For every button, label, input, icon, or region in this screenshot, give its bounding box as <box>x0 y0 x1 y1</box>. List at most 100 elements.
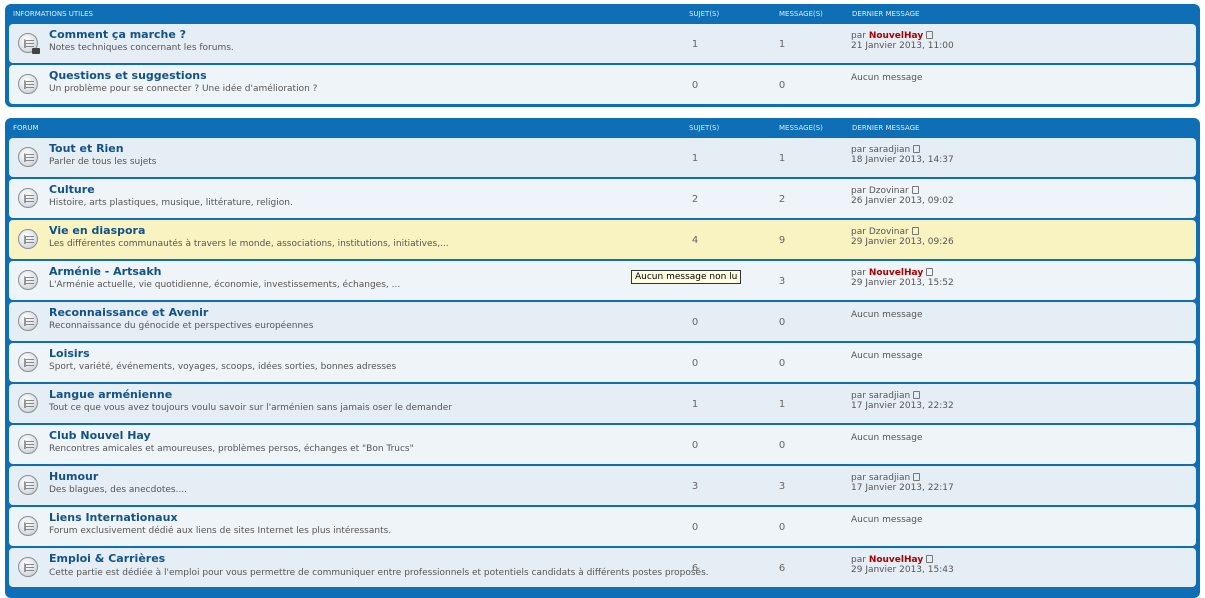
view-latest-post-icon[interactable] <box>913 473 921 481</box>
topics-column-header: SUJET(S) <box>689 124 720 132</box>
forum-title-link[interactable]: Loisirs <box>49 347 90 360</box>
author-link[interactable]: saradjian <box>869 391 910 401</box>
last-post-date: 18 Janvier 2013, 14:37 <box>851 155 954 165</box>
forum-row: Questions et suggestions Un problème pou… <box>9 65 1196 104</box>
posts-column-header: MESSAGE(S) <box>779 10 823 18</box>
forum-row: Culture Histoire, arts plastiques, musiq… <box>9 179 1196 218</box>
last-post-info: Aucun message <box>851 310 923 320</box>
forum-description: Un problème pour se connecter ? Une idée… <box>49 84 318 94</box>
author-link[interactable]: NouvelHay <box>869 31 923 41</box>
category-header: FORUM SUJET(S) MESSAGE(S) DERNIER MESSAG… <box>9 118 1196 138</box>
forum-title-link[interactable]: Culture <box>49 183 95 196</box>
forum-read-icon <box>18 74 38 94</box>
forum-read-icon <box>18 188 38 208</box>
last-post-date: 26 Janvier 2013, 09:02 <box>851 196 954 206</box>
category-header: INFORMATIONS UTILES SUJET(S) MESSAGE(S) … <box>9 4 1196 24</box>
topics-count: 0 <box>691 440 699 451</box>
posts-count: 0 <box>778 80 786 91</box>
forum-description: Cette partie est dédiée à l'emploi pour … <box>49 568 709 578</box>
last-post-info: par NouvelHay 29 Janvier 2013, 15:43 <box>851 555 954 575</box>
forum-row: Tout et Rien Parler de tous les sujets 1… <box>9 138 1196 177</box>
posts-count: 2 <box>778 194 786 205</box>
view-latest-post-icon[interactable] <box>913 145 921 153</box>
last-post-info: par saradjian 17 Janvier 2013, 22:32 <box>851 391 954 411</box>
forum-read-locked-icon <box>18 33 40 54</box>
forum-title-link[interactable]: Questions et suggestions <box>49 69 207 82</box>
author-link[interactable]: Dzovinar <box>869 186 909 196</box>
author-link[interactable]: saradjian <box>869 145 910 155</box>
view-latest-post-icon[interactable] <box>926 31 934 39</box>
author-link[interactable]: NouvelHay <box>869 555 923 565</box>
posts-count: 1 <box>778 39 786 50</box>
posts-count: 1 <box>778 399 786 410</box>
last-post-date: 17 Janvier 2013, 22:32 <box>851 401 954 411</box>
forum-title-link[interactable]: Tout et Rien <box>49 142 124 155</box>
topics-column-header: SUJET(S) <box>689 10 720 18</box>
forum-read-icon <box>18 352 38 372</box>
last-post-info: par saradjian 17 Janvier 2013, 22:17 <box>851 473 954 493</box>
no-message-text: Aucun message <box>851 73 923 83</box>
forum-row: Humour Des blagues, des anecdotes.... 3 … <box>9 466 1196 505</box>
forum-row: Arménie - Artsakh L'Arménie actuelle, vi… <box>9 261 1196 300</box>
topics-count: 0 <box>691 80 699 91</box>
author-link[interactable]: NouvelHay <box>869 268 923 278</box>
last-post-info: Aucun message <box>851 433 923 443</box>
view-latest-post-icon[interactable] <box>913 391 921 399</box>
view-latest-post-icon[interactable] <box>911 227 919 235</box>
last-post-date: 29 Janvier 2013, 15:43 <box>851 565 954 575</box>
no-message-text: Aucun message <box>851 351 923 361</box>
forum-description: Notes techniques concernant les forums. <box>49 43 234 53</box>
posts-count: 3 <box>778 481 786 492</box>
forum-description: Parler de tous les sujets <box>49 157 157 167</box>
author-link[interactable]: saradjian <box>869 473 910 483</box>
topics-count: 0 <box>691 317 699 328</box>
view-latest-post-icon[interactable] <box>926 268 934 276</box>
forum-read-icon <box>18 270 38 290</box>
topics-count: 3 <box>691 481 699 492</box>
topics-count: 6 <box>691 563 699 574</box>
forum-row: Club Nouvel Hay Rencontres amicales et a… <box>9 425 1196 464</box>
forum-row: Emploi & Carrières Cette partie est dédi… <box>9 548 1196 587</box>
forum-title-link[interactable]: Club Nouvel Hay <box>49 429 151 442</box>
forum-read-icon <box>18 434 38 454</box>
forum-title-link[interactable]: Emploi & Carrières <box>49 552 165 565</box>
last-post-date: 17 Janvier 2013, 22:17 <box>851 483 954 493</box>
posts-count: 0 <box>778 358 786 369</box>
no-message-text: Aucun message <box>851 433 923 443</box>
forum-read-icon <box>18 311 38 331</box>
last-post-info: par NouvelHay 21 Janvier 2013, 11:00 <box>851 31 954 51</box>
forum-title-link[interactable]: Arménie - Artsakh <box>49 265 161 278</box>
last-post-info: par saradjian 18 Janvier 2013, 14:37 <box>851 145 954 165</box>
forum-title-link[interactable]: Comment ça marche ? <box>49 28 186 41</box>
last-post-date: 21 Janvier 2013, 11:00 <box>851 41 954 51</box>
forum-row: Langue arménienne Tout ce que vous avez … <box>9 384 1196 423</box>
posts-count: 9 <box>778 235 786 246</box>
by-label: par <box>851 31 866 41</box>
forum-row: Reconnaissance et Avenir Reconnaissance … <box>9 302 1196 341</box>
forum-read-icon <box>18 393 38 413</box>
forum-category-informations-utiles: INFORMATIONS UTILES SUJET(S) MESSAGE(S) … <box>5 4 1200 107</box>
tooltip: Aucun message non lu <box>631 270 742 284</box>
forum-title-link[interactable]: Humour <box>49 470 98 483</box>
forum-title-link[interactable]: Langue arménienne <box>49 388 172 401</box>
forum-category-forum: FORUM SUJET(S) MESSAGE(S) DERNIER MESSAG… <box>5 118 1200 598</box>
forum-read-icon <box>18 229 38 249</box>
forum-description: Forum exclusivement dédié aux liens de s… <box>49 526 392 536</box>
view-latest-post-icon[interactable] <box>911 186 919 194</box>
forum-description: Tout ce que vous avez toujours voulu sav… <box>49 403 452 413</box>
forum-description: Sport, variété, événements, voyages, sco… <box>49 362 397 372</box>
posts-column-header: MESSAGE(S) <box>779 124 823 132</box>
no-message-text: Aucun message <box>851 515 923 525</box>
view-latest-post-icon[interactable] <box>926 555 934 563</box>
last-post-date: 29 Janvier 2013, 15:52 <box>851 278 954 288</box>
last-post-info: Aucun message <box>851 515 923 525</box>
author-link[interactable]: Dzovinar <box>869 227 909 237</box>
by-label: par <box>851 473 866 483</box>
forum-title-link[interactable]: Reconnaissance et Avenir <box>49 306 208 319</box>
by-label: par <box>851 227 866 237</box>
forum-title-link[interactable]: Liens Internationaux <box>49 511 178 524</box>
forum-title-link[interactable]: Vie en diaspora <box>49 224 145 237</box>
forum-read-icon <box>18 475 38 495</box>
topics-count: 1 <box>691 399 699 410</box>
by-label: par <box>851 391 866 401</box>
